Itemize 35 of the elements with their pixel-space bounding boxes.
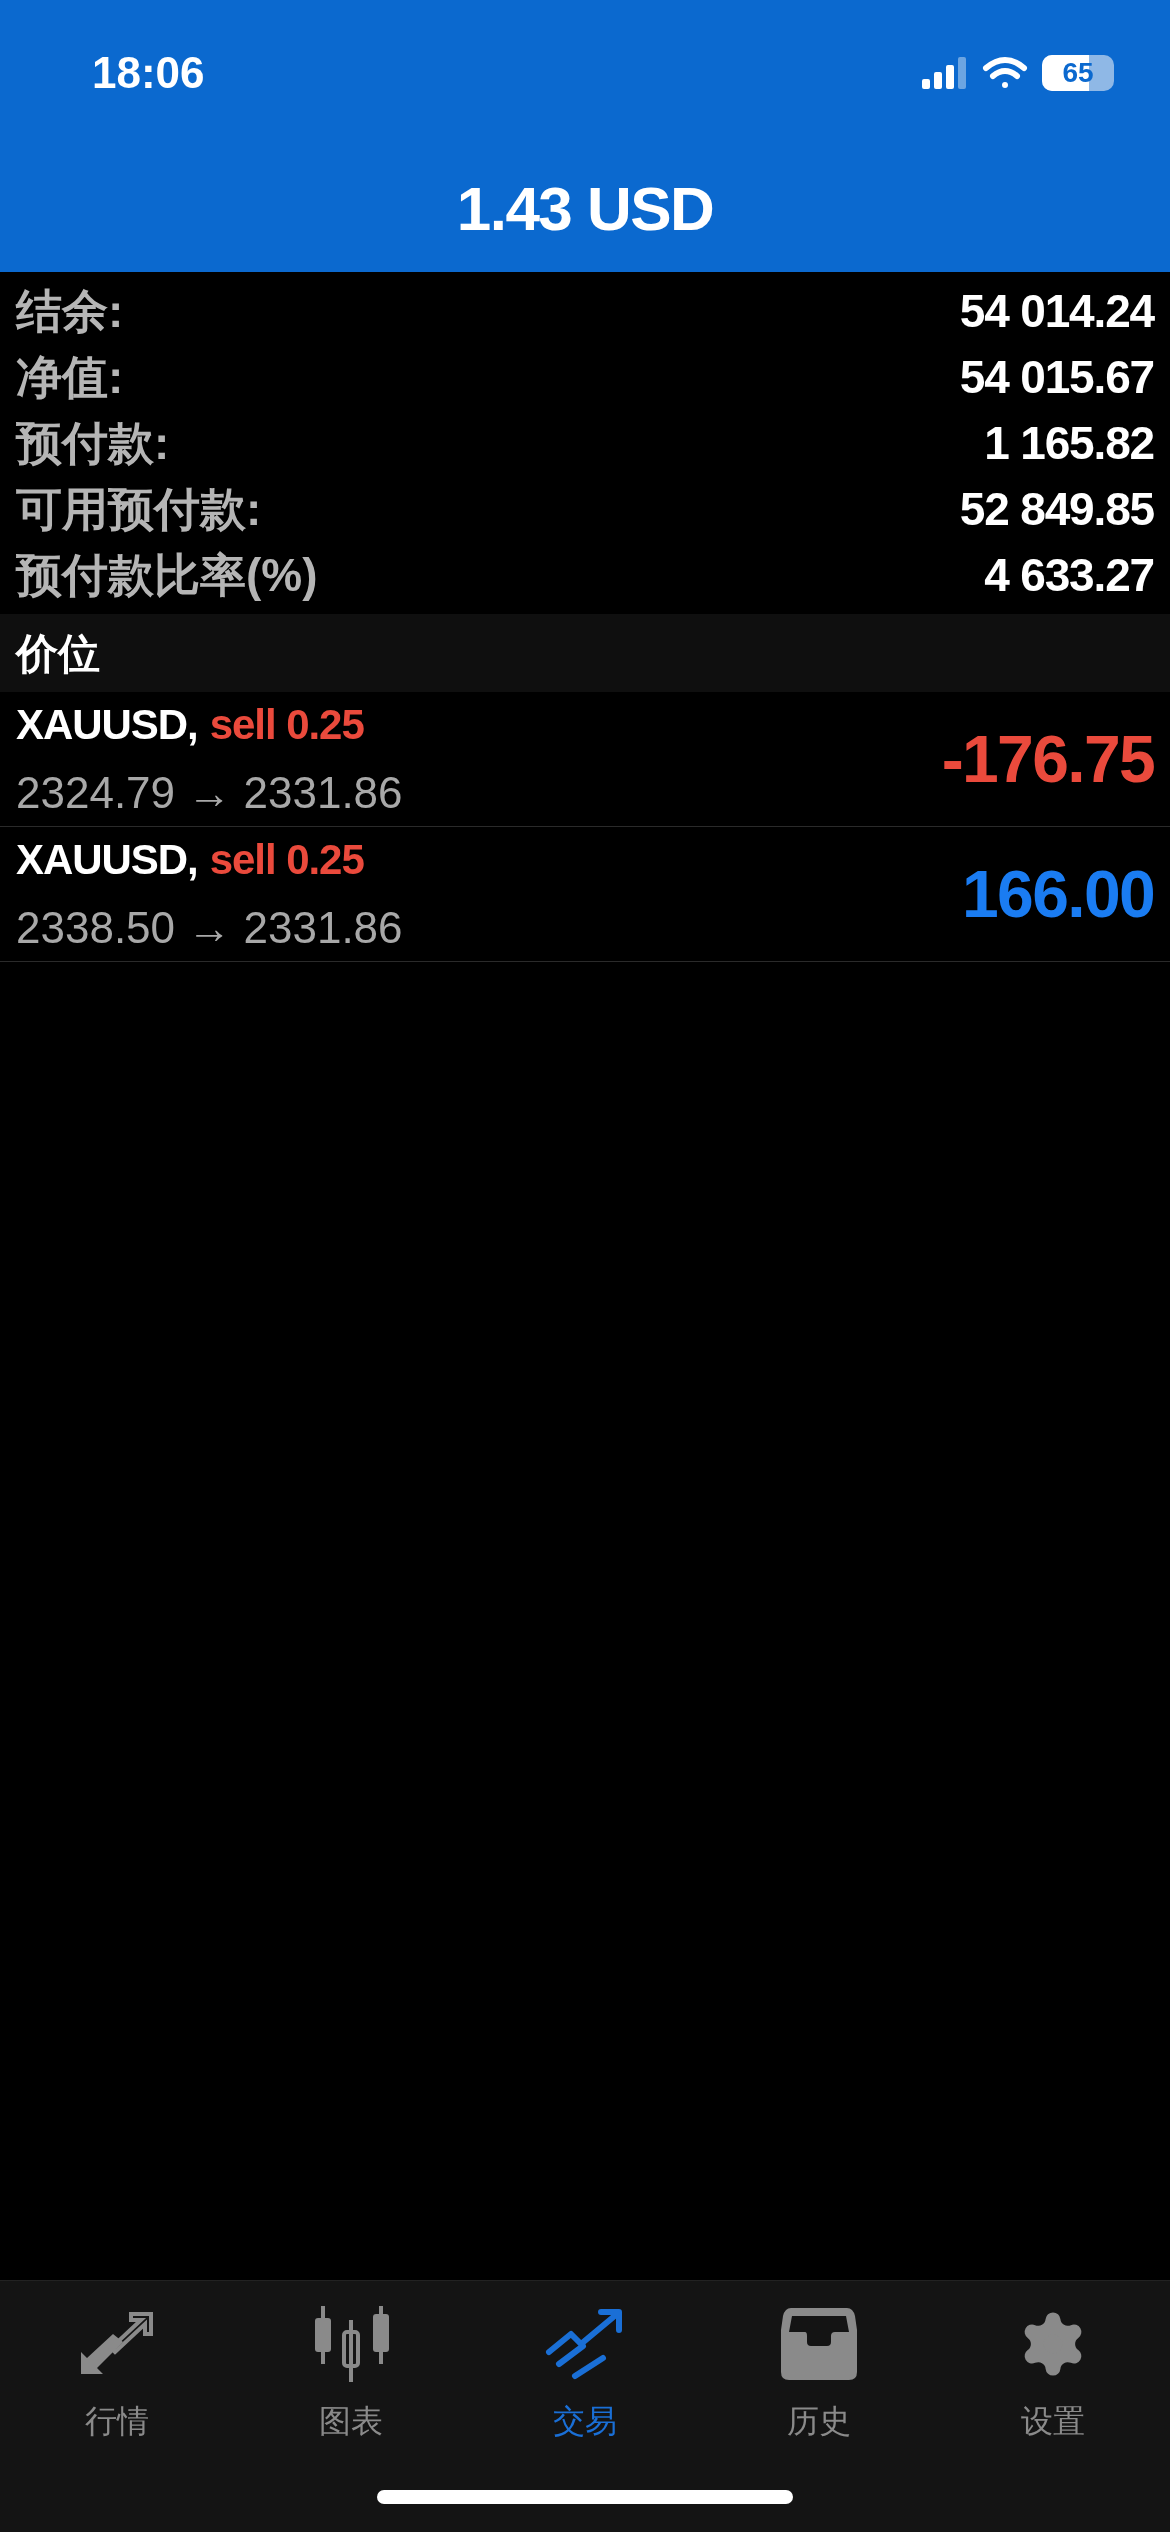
position-row[interactable]: XAUUSD, sell 0.25 2338.50 → 2331.86 166.00 <box>0 827 1170 962</box>
order-type: sell 0.25 <box>209 834 364 885</box>
position-row[interactable]: XAUUSD, sell 0.25 2324.79 → 2331.86 -176.75 <box>0 692 1170 827</box>
summary-label: 结余: <box>16 283 124 339</box>
position-profit: 166.00 <box>962 855 1154 933</box>
tab-item[interactable]: 行情 <box>0 2301 234 2445</box>
trend-up-icon <box>545 2308 625 2380</box>
summary-value: 54 014.24 <box>959 283 1154 339</box>
status-time: 18:06 <box>92 46 205 99</box>
section-title: 价位 <box>16 628 100 679</box>
signal-icon <box>922 56 968 89</box>
price-range: 2338.50 → 2331.86 <box>16 901 403 954</box>
wifi-icon <box>982 55 1028 90</box>
summary-value: 54 015.67 <box>959 349 1154 405</box>
inbox-icon <box>781 2308 857 2380</box>
tab-item[interactable]: 设置 <box>936 2301 1170 2445</box>
order-type: sell 0.25 <box>209 699 364 750</box>
candlestick-icon <box>313 2306 389 2382</box>
summary-value: 52 849.85 <box>959 481 1154 537</box>
position-symbol: XAUUSD, <box>16 834 198 885</box>
summary-label: 预付款比率(%) <box>16 547 318 603</box>
summary-label: 预付款: <box>16 415 170 471</box>
position-symbol: XAUUSD, <box>16 699 198 750</box>
tab-item[interactable]: 交易 <box>468 2301 702 2445</box>
summary-label: 可用预付款: <box>16 481 262 537</box>
position-profit: -176.75 <box>941 720 1154 798</box>
summary-value: 4 633.27 <box>984 547 1154 603</box>
summary-value: 1 165.82 <box>984 415 1154 471</box>
price-range: 2324.79 → 2331.86 <box>16 766 403 819</box>
tab-item[interactable]: 图表 <box>234 2301 468 2445</box>
header-title: 1.43 USD <box>456 173 714 245</box>
battery-icon: 65 <box>1042 54 1114 91</box>
tab-item[interactable]: 历史 <box>702 2301 936 2445</box>
summary-label: 净值: <box>16 349 124 405</box>
arrows-icon <box>79 2312 155 2376</box>
